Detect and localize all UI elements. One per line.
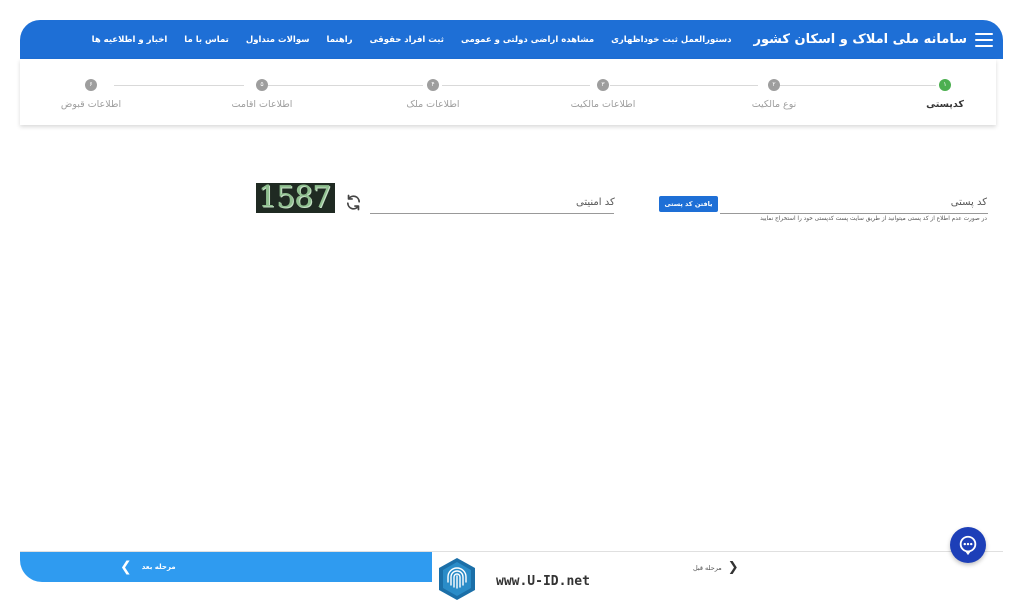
next-step-label: مرحله بعد bbox=[141, 563, 176, 571]
previous-step-button[interactable]: مرحله قبل ❯ bbox=[693, 560, 739, 575]
refresh-icon[interactable] bbox=[345, 194, 362, 211]
step-label: اطلاعات ملک bbox=[406, 99, 460, 110]
chevron-right-icon: ❯ bbox=[727, 560, 739, 575]
chat-icon bbox=[959, 535, 977, 556]
step-number: ۴ bbox=[427, 79, 439, 91]
app-header: سامانه ملی املاک و اسکان کشور اخبار و اط… bbox=[20, 20, 1003, 59]
top-nav: اخبار و اطلاعیه ها تماس با ما سوالات متد… bbox=[75, 35, 732, 45]
captcha-image: 1587 bbox=[256, 183, 335, 213]
progress-stepper: ۱ کدپستی ۲ نوع مالکیت ۳ اطلاعات مالکیت ۴… bbox=[20, 59, 996, 125]
step-ownership-info[interactable]: ۳ اطلاعات مالکیت bbox=[543, 79, 663, 110]
step-label: اطلاعات قبوض bbox=[60, 99, 122, 110]
find-postal-code-button[interactable]: یافتن کد پستی bbox=[659, 196, 718, 212]
step-bills-info[interactable]: ۶ اطلاعات قبوض bbox=[31, 79, 151, 110]
step-label: کدپستی bbox=[926, 99, 964, 110]
menu-icon[interactable] bbox=[975, 32, 993, 47]
captcha-text: 1587 bbox=[258, 183, 331, 213]
nav-self-declaration-guide[interactable]: دستورالعمل ثبت خوداظهاری bbox=[611, 35, 731, 45]
nav-contact[interactable]: تماس با ما bbox=[184, 35, 229, 45]
step-number: ۶ bbox=[85, 79, 97, 91]
nav-faq[interactable]: سوالات متداول bbox=[246, 35, 310, 45]
fingerprint-logo-icon bbox=[437, 557, 477, 601]
step-label: اطلاعات مالکیت bbox=[570, 99, 636, 110]
step-number: ۵ bbox=[256, 79, 268, 91]
step-number: ۳ bbox=[597, 79, 609, 91]
step-number: ۱ bbox=[939, 79, 951, 91]
step-postal-code[interactable]: ۱ کدپستی bbox=[885, 79, 1005, 110]
nav-guide[interactable]: راهنما bbox=[327, 35, 353, 45]
step-ownership-type[interactable]: ۲ نوع مالکیت bbox=[714, 79, 834, 110]
previous-step-label: مرحله قبل bbox=[693, 563, 722, 572]
step-label: نوع مالکیت bbox=[751, 99, 797, 110]
captcha-input[interactable] bbox=[370, 196, 614, 214]
step-residence-info[interactable]: ۵ اطلاعات اقامت bbox=[202, 79, 322, 110]
postal-code-hint: در صورت عدم اطلاع از کد پستی میتوانید از… bbox=[760, 216, 987, 222]
nav-legal-entities[interactable]: ثبت افراد حقوقی bbox=[370, 35, 444, 45]
watermark-text: www.U-ID.net bbox=[496, 574, 590, 589]
next-step-button[interactable]: ❮ مرحله بعد bbox=[20, 552, 432, 582]
support-chat-button[interactable] bbox=[950, 527, 986, 563]
nav-news[interactable]: اخبار و اطلاعیه ها bbox=[92, 35, 168, 45]
step-label: اطلاعات اقامت bbox=[231, 99, 293, 110]
postal-code-input[interactable] bbox=[720, 196, 988, 214]
step-number: ۲ bbox=[768, 79, 780, 91]
chevron-left-icon: ❮ bbox=[120, 559, 132, 575]
nav-public-lands[interactable]: مشاهده اراضی دولتی و عمومی bbox=[461, 35, 594, 45]
step-property-info[interactable]: ۴ اطلاعات ملک bbox=[373, 79, 493, 110]
site-title: سامانه ملی املاک و اسکان کشور bbox=[753, 32, 967, 47]
